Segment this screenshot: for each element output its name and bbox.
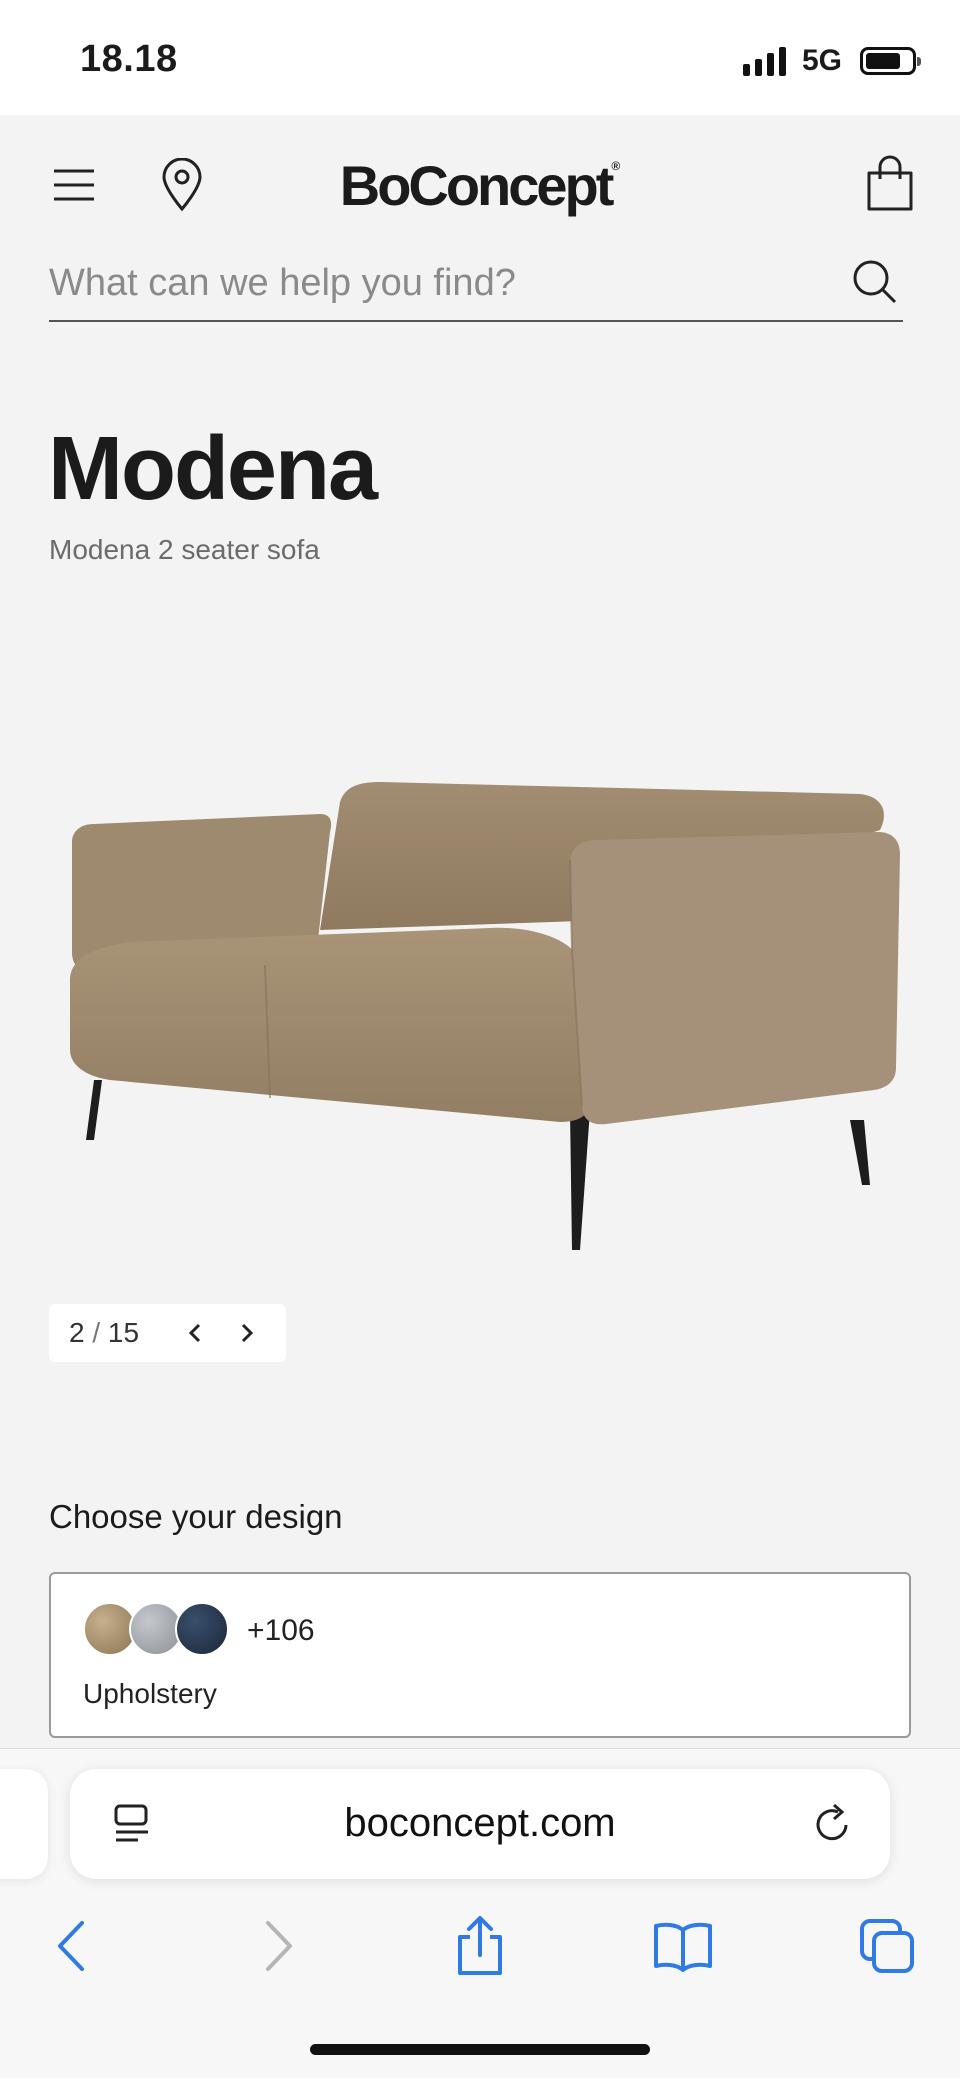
browser-toolbar <box>0 1897 960 1997</box>
back-icon <box>58 1921 84 1971</box>
previous-tab-peek[interactable] <box>0 1769 48 1879</box>
logo-mark: ® <box>611 159 621 173</box>
gallery-counter: 2 / 15 <box>69 1317 169 1349</box>
tabs-icon <box>860 1919 914 1973</box>
browser-bottom-bar: boconcept.com <box>0 1748 960 2078</box>
battery-icon <box>860 47 921 75</box>
share-button[interactable] <box>445 1911 515 1981</box>
cart-button[interactable] <box>860 151 920 217</box>
logo-text: BoConcept <box>339 154 615 217</box>
design-heading: Choose your design <box>49 1498 343 1535</box>
gallery-current: 2 <box>69 1317 85 1348</box>
site-header: BoConcept® <box>0 115 960 255</box>
signal-icon <box>742 46 786 76</box>
chevron-left-icon <box>188 1323 201 1343</box>
gallery-pager: 2 / 15 <box>49 1304 286 1362</box>
product-subtitle: Modena 2 seater sofa <box>49 534 320 565</box>
bookmarks-icon <box>654 1922 712 1972</box>
forward-button[interactable] <box>244 1911 314 1981</box>
gallery-prev-button[interactable] <box>169 1304 221 1362</box>
status-time: 18.18 <box>80 38 178 80</box>
sofa-right-arm <box>570 832 900 1125</box>
product-title: Modena <box>48 419 378 519</box>
brand-logo[interactable]: BoConcept® <box>0 153 960 218</box>
gallery-next-button[interactable] <box>221 1304 273 1362</box>
shopping-bag-icon <box>867 155 913 211</box>
sofa-leg <box>850 1120 870 1185</box>
upholstery-selector[interactable]: +106 Upholstery <box>49 1572 911 1738</box>
gallery-total: 15 <box>107 1317 140 1348</box>
status-indicators: 5G <box>742 44 921 78</box>
sofa-leg <box>86 1080 102 1140</box>
home-indicator <box>310 2044 650 2055</box>
swatch-more-count: +106 <box>247 1614 315 1647</box>
search-icon[interactable] <box>849 256 903 310</box>
gallery-separator: / <box>92 1317 101 1348</box>
product-image[interactable] <box>50 780 920 1260</box>
reload-icon[interactable] <box>810 1801 856 1847</box>
swatch-group <box>83 1602 229 1656</box>
chevron-right-icon <box>241 1323 254 1343</box>
search-bar <box>49 250 903 322</box>
search-input[interactable] <box>49 250 829 316</box>
bookmarks-button[interactable] <box>648 1911 718 1981</box>
tabs-button[interactable] <box>852 1911 922 1981</box>
share-icon <box>458 1916 502 1975</box>
sofa-leg <box>570 1110 590 1250</box>
network-type: 5G <box>801 44 842 77</box>
forward-icon <box>266 1921 292 1971</box>
status-bar: 18.18 5G <box>0 0 960 115</box>
sofa-seat <box>70 927 590 1122</box>
address-bar[interactable]: boconcept.com <box>70 1769 890 1879</box>
back-button[interactable] <box>36 1911 106 1981</box>
url-text: boconcept.com <box>344 1801 616 1845</box>
upholstery-label: Upholstery <box>83 1678 217 1709</box>
swatch-navy <box>175 1602 229 1656</box>
